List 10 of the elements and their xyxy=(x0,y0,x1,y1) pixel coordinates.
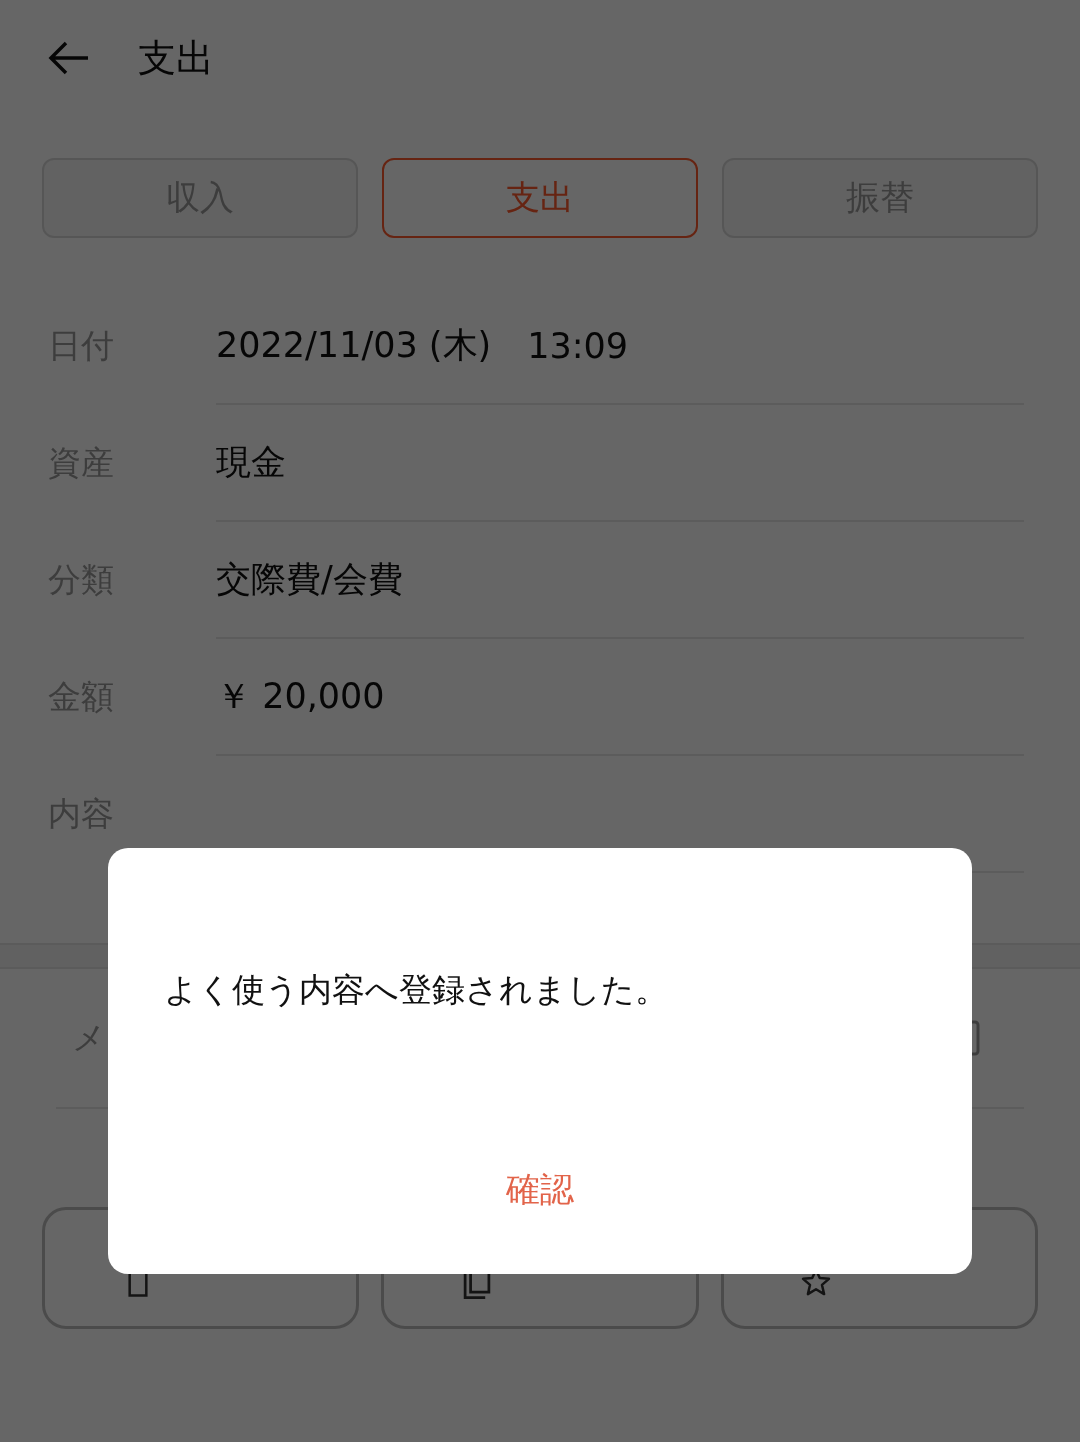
type-tab[interactable]: 支出 xyxy=(382,158,698,238)
field-value[interactable]: 現金 xyxy=(216,439,286,486)
field-value[interactable]: 2022/11/03 (木) xyxy=(216,322,492,369)
field-value[interactable]: 交際費/会費 xyxy=(216,556,403,603)
time-value[interactable]: 13:09 xyxy=(527,325,629,366)
page-title: 支出 xyxy=(138,34,214,82)
confirm-button[interactable]: 確認 xyxy=(498,1163,582,1217)
back-arrow-icon[interactable] xyxy=(48,40,90,76)
dialog-message: よく使う内容へ登録されました。 xyxy=(164,969,669,1011)
field-value[interactable]: ￥ 20,000 xyxy=(216,673,385,720)
